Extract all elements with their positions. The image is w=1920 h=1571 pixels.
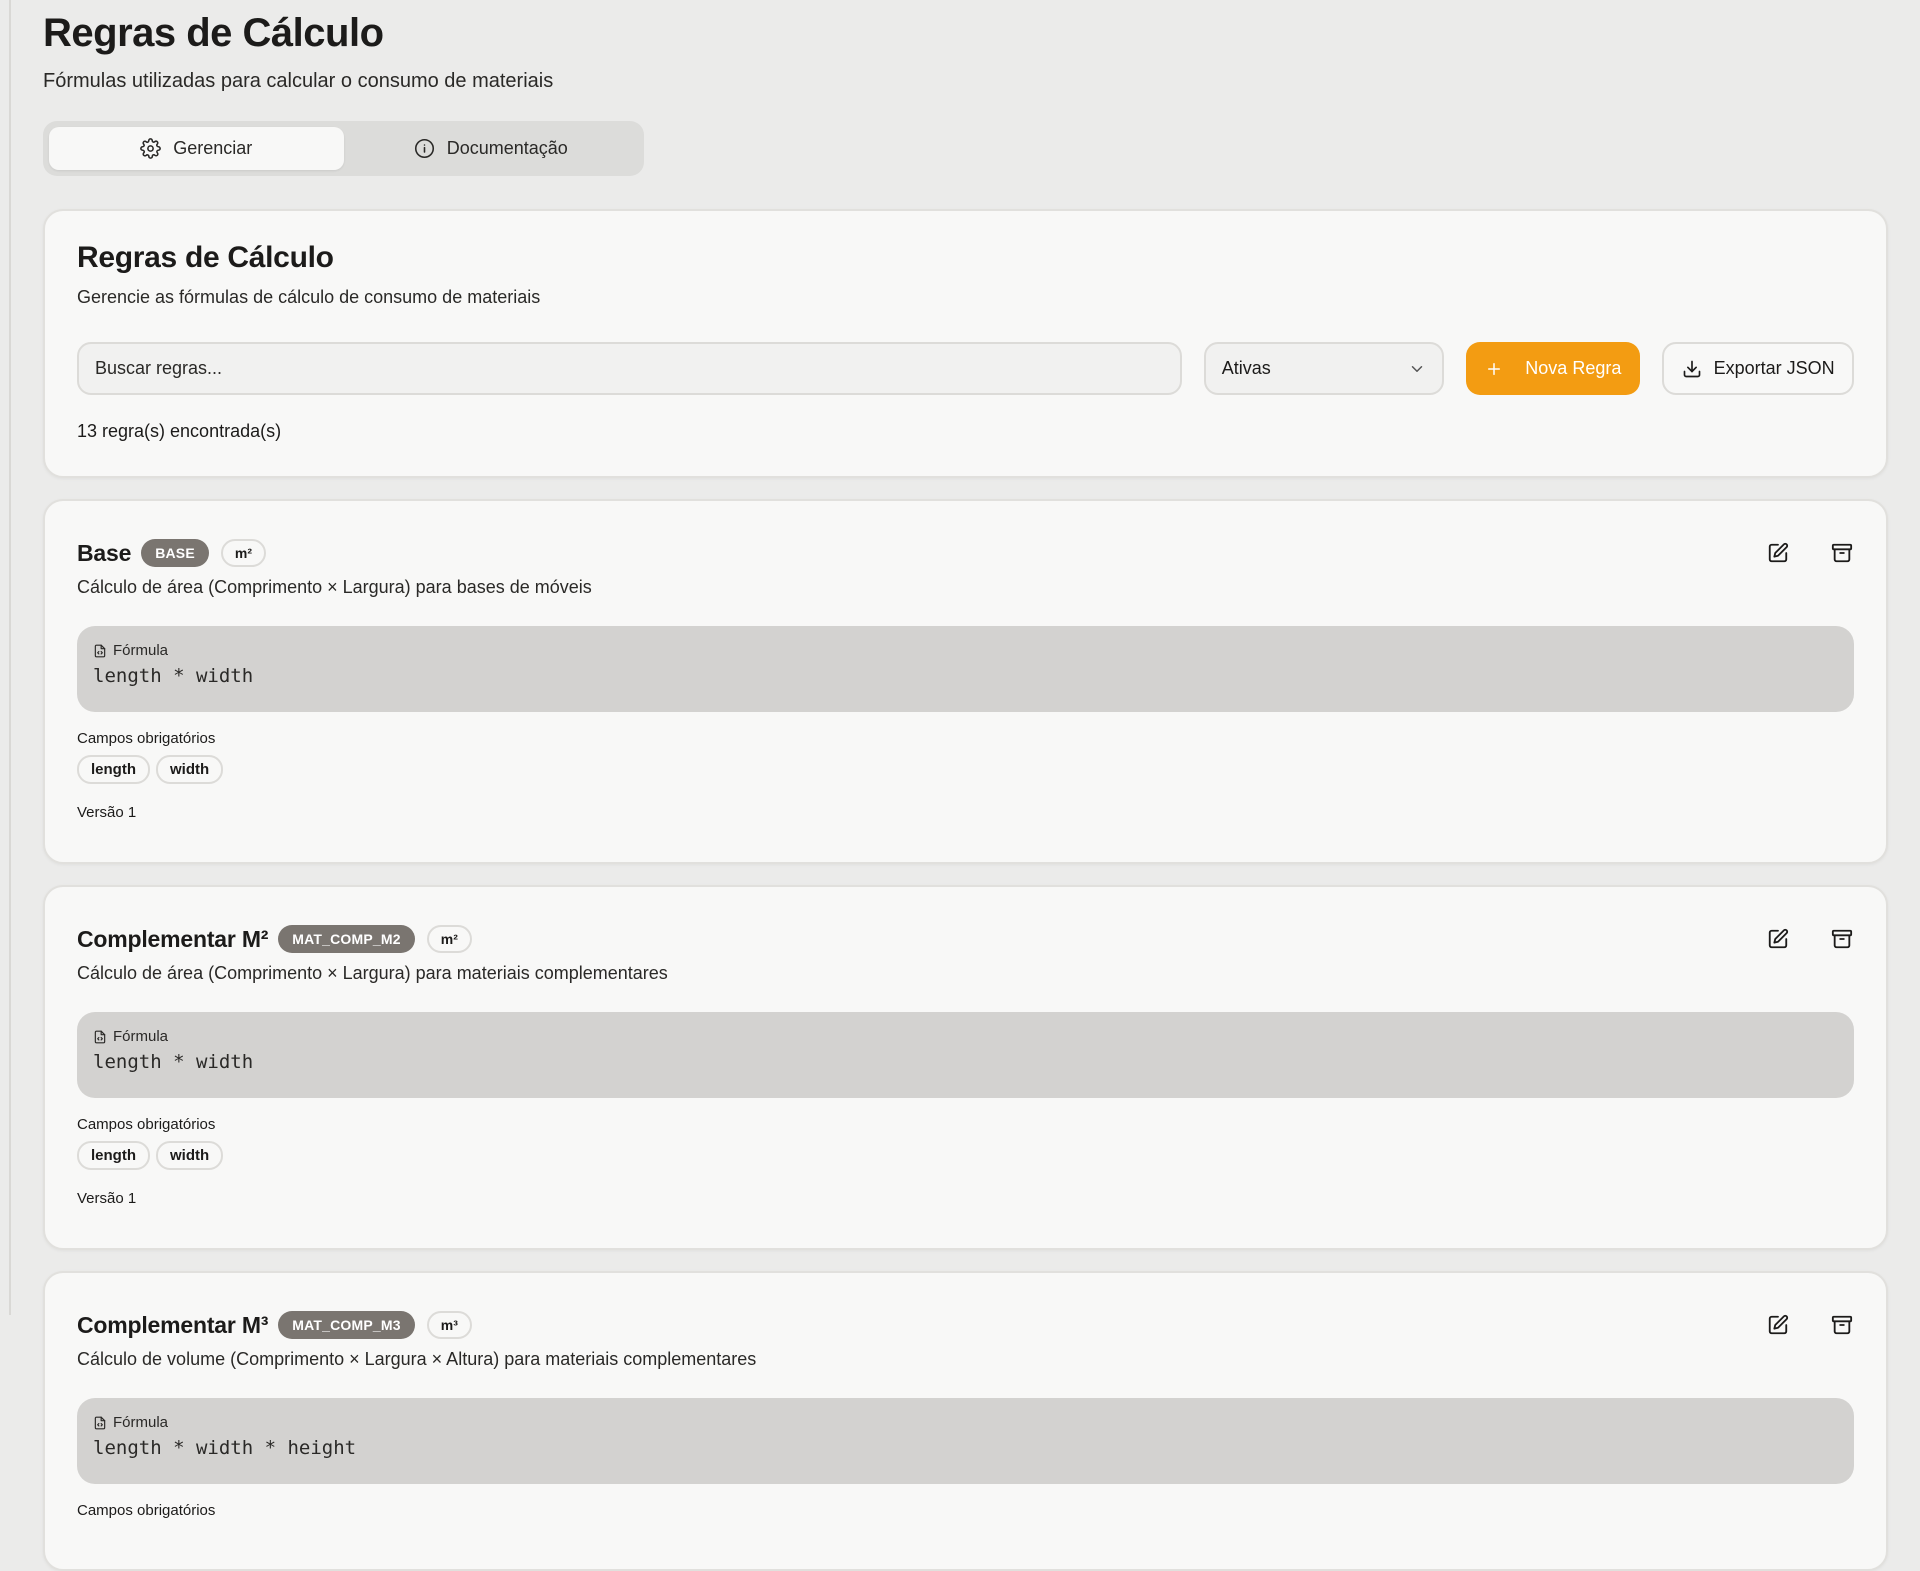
rule-name: Base: [77, 539, 132, 566]
rule-name: Complementar M³: [77, 1311, 269, 1338]
edit-icon: [1768, 1314, 1789, 1335]
rule-actions: [1766, 541, 1854, 565]
toolbar: Ativas Nova Regra Exportar JSON: [77, 342, 1854, 395]
formula-box: Fórmula length * width: [77, 626, 1854, 712]
formula-label-text: Fórmula: [113, 642, 169, 659]
file-code-icon: [94, 644, 106, 657]
export-json-button[interactable]: Exportar JSON: [1662, 342, 1854, 395]
rules-count: 13 regra(s) encontrada(s): [77, 421, 282, 441]
required-fields-label: Campos obrigatórios: [77, 1116, 216, 1133]
page-subtitle: Fórmulas utilizadas para calcular o cons…: [43, 70, 554, 92]
edit-rule-button[interactable]: [1766, 541, 1790, 565]
gear-icon: [140, 138, 162, 159]
formula-label: Fórmula: [93, 1414, 1838, 1431]
required-fields-label: Campos obrigatórios: [77, 730, 216, 747]
rule-card: Base BASE m² Cálculo de área (Compriment…: [43, 499, 1888, 864]
new-rule-label: Nova Regra: [1525, 358, 1622, 378]
info-icon: [414, 138, 434, 159]
page-content: Regras de Cálculo Fórmulas utilizadas pa…: [43, 0, 1888, 1571]
plus-icon: [1488, 362, 1501, 375]
required-fields-label: Campos obrigatórios: [77, 1502, 216, 1519]
rule-version: Versão 1: [77, 804, 137, 821]
edit-icon: [1768, 928, 1789, 949]
rule-description: Cálculo de área (Comprimento × Largura) …: [77, 963, 668, 983]
formula-label-text: Fórmula: [113, 1414, 169, 1431]
field-chip: width: [156, 1141, 224, 1170]
archive-icon: [1831, 543, 1853, 563]
rule-unit-badge: m³: [426, 1311, 472, 1339]
search-input[interactable]: [77, 342, 1182, 395]
tab-label: Gerenciar: [173, 138, 253, 158]
file-code-icon: [94, 1416, 106, 1429]
rule-header: Base BASE m²: [77, 537, 1854, 569]
file-code-icon: [94, 1030, 106, 1043]
formula-code: length * width: [93, 665, 254, 687]
rule-actions: [1766, 1313, 1854, 1337]
archive-icon: [1831, 929, 1853, 949]
required-fields: length width: [77, 755, 1854, 784]
edit-rule-button[interactable]: [1766, 927, 1790, 951]
export-json-label: Exportar JSON: [1713, 358, 1835, 378]
new-rule-button[interactable]: Nova Regra: [1466, 342, 1641, 395]
rules-manager-card: Regras de Cálculo Gerencie as fórmulas d…: [43, 209, 1888, 478]
rule-unit-badge: m²: [426, 925, 472, 953]
required-fields: length width: [77, 1141, 1854, 1170]
rule-card: Complementar M³ MAT_COMP_M3 m³ Cálculo d…: [43, 1271, 1888, 1571]
rule-unit-badge: m²: [220, 539, 267, 567]
formula-code: length * width: [93, 1051, 254, 1073]
formula-box: Fórmula length * width: [77, 1012, 1854, 1098]
archive-rule-button[interactable]: [1830, 541, 1854, 565]
archive-rule-button[interactable]: [1830, 1313, 1854, 1337]
formula-label-text: Fórmula: [113, 1028, 169, 1045]
rule-code-badge: BASE: [141, 539, 209, 567]
download-icon: [1683, 360, 1700, 377]
status-select[interactable]: Ativas: [1203, 342, 1445, 395]
rule-header: Complementar M² MAT_COMP_M2 m²: [77, 923, 1854, 955]
rule-code-badge: MAT_COMP_M3: [278, 1311, 415, 1339]
formula-code: length * width * height: [93, 1437, 357, 1459]
tab-gerenciar[interactable]: Gerenciar: [49, 127, 344, 170]
rule-description: Cálculo de volume (Comprimento × Largura…: [77, 1349, 757, 1369]
rule-header: Complementar M³ MAT_COMP_M3 m³: [77, 1309, 1854, 1341]
card-title: Regras de Cálculo: [77, 241, 334, 274]
sidebar-divider: [9, 0, 11, 1315]
tab-label: Documentação: [446, 138, 568, 158]
rule-description: Cálculo de área (Comprimento × Largura) …: [77, 577, 592, 597]
page-title: Regras de Cálculo: [43, 11, 384, 55]
rule-name: Complementar M²: [77, 925, 269, 952]
rule-card: Complementar M² MAT_COMP_M2 m² Cálculo d…: [43, 885, 1888, 1250]
rule-actions: [1766, 927, 1854, 951]
status-select-value: Ativas: [1221, 358, 1271, 378]
field-chip: length: [77, 1141, 150, 1170]
tab-list: Gerenciar Documentação: [43, 121, 644, 176]
formula-label: Fórmula: [93, 1028, 1838, 1045]
tab-documentacao[interactable]: Documentação: [344, 127, 639, 170]
rule-version: Versão 1: [77, 1190, 137, 1207]
archive-icon: [1831, 1315, 1853, 1335]
archive-rule-button[interactable]: [1830, 927, 1854, 951]
card-description: Gerencie as fórmulas de cálculo de consu…: [77, 287, 541, 307]
field-chip: length: [77, 755, 150, 784]
edit-rule-button[interactable]: [1766, 1313, 1790, 1337]
formula-box: Fórmula length * width * height: [77, 1398, 1854, 1484]
formula-label: Fórmula: [93, 642, 1838, 659]
rule-code-badge: MAT_COMP_M2: [278, 925, 415, 953]
chevron-down-icon: [1412, 365, 1423, 372]
edit-icon: [1768, 542, 1789, 563]
field-chip: width: [156, 755, 224, 784]
